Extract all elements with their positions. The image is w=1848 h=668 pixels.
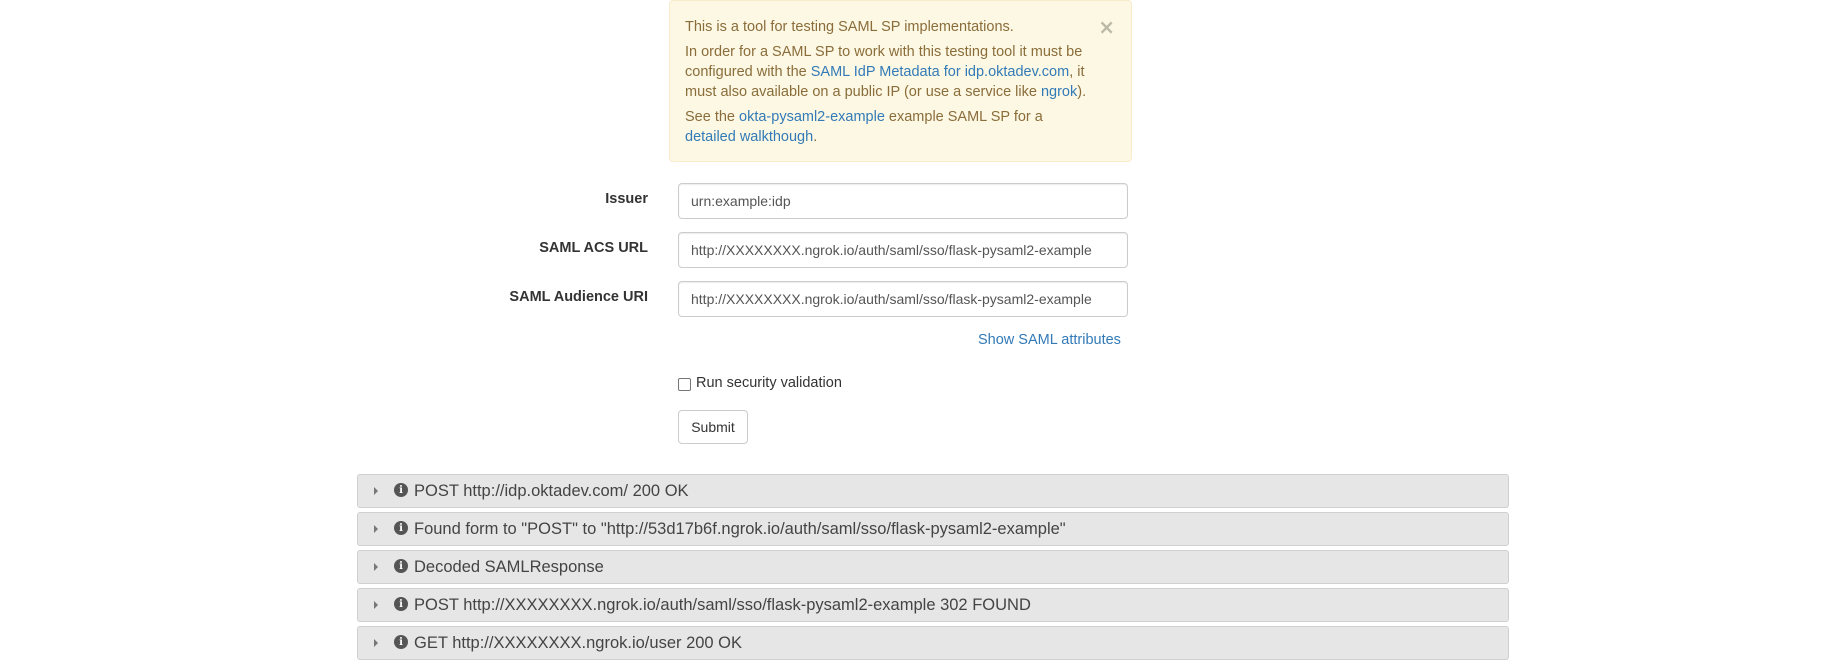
acs-url-input[interactable]: [678, 232, 1128, 268]
issuer-label: Issuer: [605, 191, 648, 207]
info-alert: × This is a tool for testing SAML SP imp…: [669, 0, 1132, 162]
okta-pysaml2-example-link[interactable]: okta-pysaml2-example: [739, 109, 885, 125]
caret-right-icon[interactable]: [374, 639, 378, 647]
info-circle-icon: i: [394, 635, 408, 649]
security-validation-label[interactable]: Run security validation: [696, 375, 842, 391]
info-circle-icon: i: [394, 483, 408, 497]
caret-right-icon[interactable]: [374, 601, 378, 609]
detailed-walkthough-link[interactable]: detailed walkthough: [685, 129, 813, 145]
security-validation-checkbox[interactable]: [678, 378, 691, 391]
audience-uri-row: SAML Audience URI: [400, 281, 1130, 317]
caret-right-icon[interactable]: [374, 563, 378, 571]
log-item[interactable]: i POST http://idp.oktadev.com/ 200 OK: [357, 474, 1509, 508]
acs-url-row: SAML ACS URL: [400, 232, 1130, 268]
log-item-text: POST http://idp.oktadev.com/ 200 OK: [414, 481, 689, 500]
log-item-text: Decoded SAMLResponse: [414, 557, 604, 576]
ngrok-link[interactable]: ngrok: [1041, 84, 1077, 100]
log-item-text: GET http://XXXXXXXX.ngrok.io/user 200 OK: [414, 633, 743, 652]
log-item-text: Found form to "POST" to "http://53d17b6f…: [414, 519, 1066, 538]
request-log-list: i POST http://idp.oktadev.com/ 200 OK i …: [357, 474, 1509, 664]
info-circle-icon: i: [394, 559, 408, 573]
show-saml-attributes-link[interactable]: Show SAML attributes: [978, 332, 1121, 348]
acs-url-label: SAML ACS URL: [539, 240, 648, 256]
audience-uri-input[interactable]: [678, 281, 1128, 317]
log-item[interactable]: i GET http://XXXXXXXX.ngrok.io/user 200 …: [357, 626, 1509, 660]
idp-metadata-link[interactable]: SAML IdP Metadata for idp.oktadev.com: [811, 64, 1069, 80]
alert-intro: This is a tool for testing SAML SP imple…: [685, 19, 1014, 35]
submit-button[interactable]: Submit: [678, 410, 748, 444]
alert-example-text: See the okta-pysaml2-example example SAM…: [685, 109, 1043, 145]
caret-right-icon[interactable]: [374, 525, 378, 533]
caret-right-icon[interactable]: [374, 487, 378, 495]
issuer-input[interactable]: [678, 183, 1128, 219]
close-icon[interactable]: ×: [1098, 16, 1115, 38]
info-circle-icon: i: [394, 597, 408, 611]
alert-config-text: In order for a SAML SP to work with this…: [685, 44, 1087, 100]
issuer-row: Issuer: [400, 183, 1130, 219]
info-circle-icon: i: [394, 521, 408, 535]
log-item[interactable]: i Decoded SAMLResponse: [357, 550, 1509, 584]
audience-uri-label: SAML Audience URI: [509, 289, 648, 305]
log-item[interactable]: i POST http://XXXXXXXX.ngrok.io/auth/sam…: [357, 588, 1509, 622]
log-item-text: POST http://XXXXXXXX.ngrok.io/auth/saml/…: [414, 595, 1031, 614]
log-item[interactable]: i Found form to "POST" to "http://53d17b…: [357, 512, 1509, 546]
security-validation-option[interactable]: Run security validation: [678, 375, 842, 391]
